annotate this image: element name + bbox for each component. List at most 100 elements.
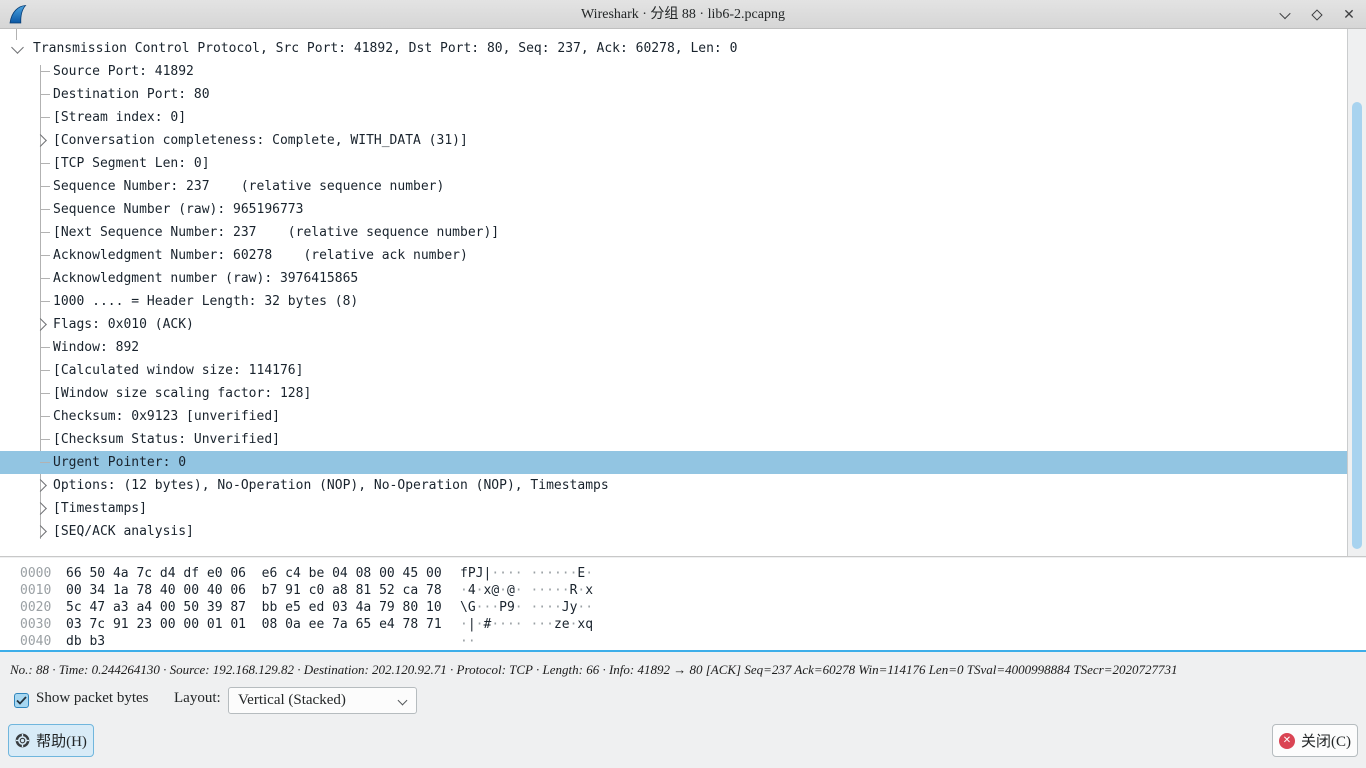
tree-item[interactable]: Transmission Control Protocol, Src Port:… — [0, 37, 1347, 60]
tree-item[interactable]: [Conversation completeness: Complete, WI… — [0, 129, 1347, 152]
tree-item[interactable]: 1000 .... = Header Length: 32 bytes (8) — [0, 290, 1347, 313]
tree-item-label: [SEQ/ACK analysis] — [53, 524, 194, 539]
chevron-right-icon[interactable] — [34, 502, 47, 515]
tree-item[interactable]: Window: 892 — [0, 336, 1347, 359]
hex-bytes: 03 7c 91 23 00 00 01 01 08 0a ee 7a 65 e… — [66, 616, 460, 633]
window-title: Wireshark · 分组 88 · lib6-2.pcapng — [0, 0, 1366, 29]
dialog-footer: No.: 88 · Time: 0.244264130 · Source: 19… — [0, 654, 1366, 768]
hex-offset: 0010 — [20, 582, 66, 599]
tree-item-label: Flags: 0x010 (ACK) — [53, 317, 194, 332]
branch-tick — [40, 186, 50, 187]
scrollbar-thumb[interactable] — [1352, 102, 1362, 549]
branch-tick — [40, 163, 50, 164]
branch-tick — [40, 117, 50, 118]
tree-item[interactable]: Urgent Pointer: 0 — [0, 451, 1347, 474]
tree-item[interactable]: [TCP Segment Len: 0] — [0, 152, 1347, 175]
tree-item-label: Acknowledgment Number: 60278 (relative a… — [53, 248, 468, 263]
tree-item[interactable]: [Window size scaling factor: 128] — [0, 382, 1347, 405]
packet-bytes-panel: 000066 50 4a 7c d4 df e0 06 e6 c4 be 04 … — [0, 558, 1366, 652]
tree-item[interactable]: Acknowledgment Number: 60278 (relative a… — [0, 244, 1347, 267]
tree-item[interactable]: [Next Sequence Number: 237 (relative seq… — [0, 221, 1347, 244]
branch-tick — [40, 232, 50, 233]
chevron-right-icon[interactable] — [34, 479, 47, 492]
branch-tick — [40, 416, 50, 417]
close-button-label: 关闭(C) — [1301, 730, 1351, 751]
layout-dropdown[interactable]: Vertical (Stacked) — [228, 687, 417, 714]
check-icon — [16, 696, 27, 705]
tree-item[interactable]: Destination Port: 80 — [0, 83, 1347, 106]
tree-item[interactable]: Acknowledgment number (raw): 3976415865 — [0, 267, 1347, 290]
hex-ascii: ·|·#···· ···ze·xq — [460, 617, 593, 632]
help-button[interactable]: 帮助(H) — [8, 724, 94, 757]
packet-tree: Transmission Control Protocol, Src Port:… — [0, 37, 1347, 543]
vertical-scrollbar[interactable] — [1347, 29, 1366, 556]
tree-item-label: Transmission Control Protocol, Src Port:… — [33, 41, 737, 56]
tree-item-label: Checksum: 0x9123 [unverified] — [53, 409, 280, 424]
hex-offset: 0020 — [20, 599, 66, 616]
tree-item-label: [Window size scaling factor: 128] — [53, 386, 311, 401]
hex-row[interactable]: 001000 34 1a 78 40 00 40 06 b7 91 c0 a8 … — [20, 582, 1366, 599]
tree-item[interactable]: [SEQ/ACK analysis] — [0, 520, 1347, 543]
tree-item-label: Urgent Pointer: 0 — [53, 455, 186, 470]
hex-bytes: 66 50 4a 7c d4 df e0 06 e6 c4 be 04 08 0… — [66, 565, 460, 582]
hex-ascii: ·4·x@·@· ·····R·x — [460, 583, 593, 598]
branch-tick — [40, 255, 50, 256]
chevron-down-icon[interactable] — [11, 41, 24, 54]
tree-item-label: 1000 .... = Header Length: 32 bytes (8) — [53, 294, 358, 309]
chevron-right-icon[interactable] — [34, 525, 47, 538]
hex-row[interactable]: 003003 7c 91 23 00 00 01 01 08 0a ee 7a … — [20, 616, 1366, 633]
packet-summary-line: No.: 88 · Time: 0.244264130 · Source: 19… — [10, 662, 1356, 678]
hex-bytes: 00 34 1a 78 40 00 40 06 b7 91 c0 a8 81 5… — [66, 582, 460, 599]
tree-item[interactable]: [Checksum Status: Unverified] — [0, 428, 1347, 451]
chevron-right-icon[interactable] — [34, 134, 47, 147]
hex-row[interactable]: 0040db b3·· — [20, 633, 1366, 650]
hex-ascii: \G···P9· ····Jy·· — [460, 600, 593, 615]
tree-item[interactable]: Source Port: 41892 — [0, 60, 1347, 83]
tree-item-label: Options: (12 bytes), No-Operation (NOP),… — [53, 478, 609, 493]
tree-item-label: [Stream index: 0] — [53, 110, 186, 125]
hex-offset: 0000 — [20, 565, 66, 582]
tree-item-label: [TCP Segment Len: 0] — [53, 156, 210, 171]
tree-item[interactable]: Checksum: 0x9123 [unverified] — [0, 405, 1347, 428]
close-window-icon[interactable]: ✕ — [1338, 4, 1360, 26]
layout-dropdown-value: Vertical (Stacked) — [238, 692, 346, 708]
hex-row[interactable]: 000066 50 4a 7c d4 df e0 06 e6 c4 be 04 … — [20, 565, 1366, 582]
maximize-icon[interactable] — [1306, 4, 1328, 26]
tree-item-label: [Conversation completeness: Complete, WI… — [53, 133, 468, 148]
hex-ascii: ·· — [460, 634, 476, 649]
show-packet-bytes-checkbox[interactable] — [14, 693, 29, 708]
hex-row[interactable]: 00205c 47 a3 a4 00 50 39 87 bb e5 ed 03 … — [20, 599, 1366, 616]
branch-tick — [40, 94, 50, 95]
tree-item-label: Window: 892 — [53, 340, 139, 355]
tree-item-label: [Checksum Status: Unverified] — [53, 432, 280, 447]
tree-item-label: Destination Port: 80 — [53, 87, 210, 102]
help-button-label: 帮助(H) — [36, 730, 87, 751]
branch-tick — [40, 209, 50, 210]
close-button[interactable]: ✕ 关闭(C) — [1272, 724, 1358, 757]
branch-tick — [40, 439, 50, 440]
chevron-right-icon[interactable] — [34, 318, 47, 331]
minimize-icon[interactable] — [1274, 4, 1296, 26]
layout-label: Layout: — [174, 690, 221, 707]
hex-offset: 0030 — [20, 616, 66, 633]
help-lifebuoy-icon — [15, 733, 30, 748]
tree-item-label: Source Port: 41892 — [53, 64, 194, 79]
branch-tick — [40, 462, 50, 463]
branch-tick — [40, 393, 50, 394]
show-packet-bytes-label: Show packet bytes — [36, 690, 148, 707]
branch-tick — [40, 278, 50, 279]
controls-row: Show packet bytes Layout: Vertical (Stac… — [0, 687, 1366, 714]
tree-item[interactable]: Flags: 0x010 (ACK) — [0, 313, 1347, 336]
branch-tick — [40, 370, 50, 371]
tree-item[interactable]: [Timestamps] — [0, 497, 1347, 520]
hex-offset: 0040 — [20, 633, 66, 650]
packet-detail-panel: Transmission Control Protocol, Src Port:… — [0, 29, 1366, 557]
close-circle-icon: ✕ — [1279, 733, 1295, 749]
tree-item[interactable]: Options: (12 bytes), No-Operation (NOP),… — [0, 474, 1347, 497]
branch-tick — [40, 301, 50, 302]
tree-item[interactable]: Sequence Number (raw): 965196773 — [0, 198, 1347, 221]
tree-item-label: Sequence Number (raw): 965196773 — [53, 202, 303, 217]
tree-item[interactable]: [Stream index: 0] — [0, 106, 1347, 129]
tree-item[interactable]: Sequence Number: 237 (relative sequence … — [0, 175, 1347, 198]
tree-item[interactable]: [Calculated window size: 114176] — [0, 359, 1347, 382]
